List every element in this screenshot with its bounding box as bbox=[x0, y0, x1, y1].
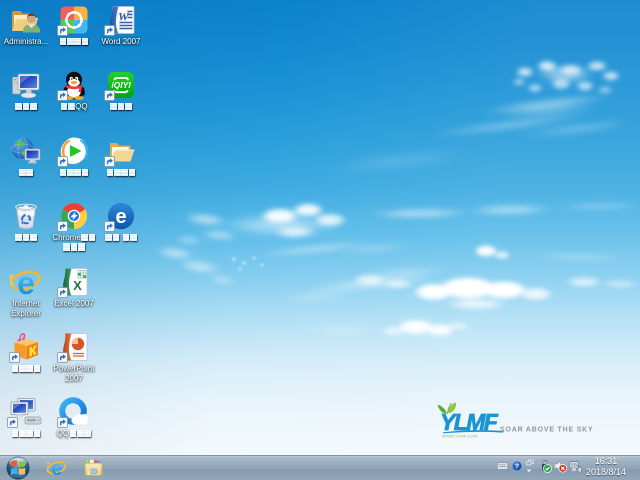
svg-text:e: e bbox=[115, 206, 126, 228]
svg-text:iQIYI: iQIYI bbox=[111, 80, 131, 90]
svg-text:X: X bbox=[73, 278, 82, 293]
svg-text:e: e bbox=[17, 267, 35, 297]
svg-text:SOAR ABOVE THE SKY: SOAR ABOVE THE SKY bbox=[500, 427, 594, 434]
svg-text:?: ? bbox=[515, 462, 520, 471]
svg-text:WWW.YLMF.COM: WWW.YLMF.COM bbox=[442, 434, 477, 439]
svg-text:e: e bbox=[51, 458, 62, 478]
